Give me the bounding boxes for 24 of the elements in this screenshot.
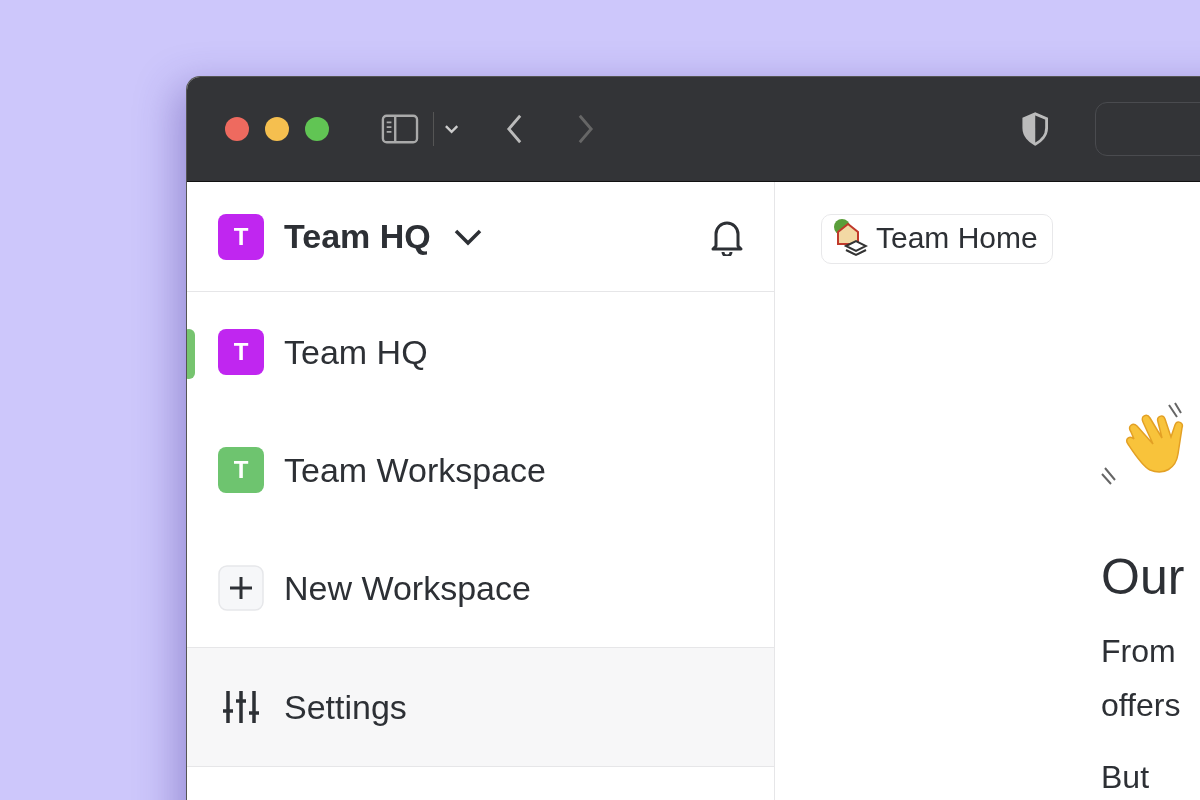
house-icon <box>832 218 868 258</box>
workspace-avatar: T <box>218 447 264 493</box>
sidebar-icon[interactable] <box>381 113 419 145</box>
paragraph-text: offers <box>1101 686 1181 725</box>
workspace-item[interactable]: T Team Workspace <box>187 411 774 529</box>
workspace-item[interactable]: T Team HQ <box>187 293 774 411</box>
breadcrumb-link[interactable]: Team Home <box>821 214 1053 264</box>
back-icon[interactable] <box>505 113 524 145</box>
close-button[interactable] <box>225 117 249 141</box>
paragraph-text: But <box>1101 758 1150 797</box>
page-heading: Our <box>1101 548 1186 606</box>
plus-icon <box>218 565 264 611</box>
zoom-button[interactable] <box>305 117 329 141</box>
workspace-avatar: T <box>218 213 264 260</box>
chevron-down-icon[interactable] <box>452 227 483 246</box>
paragraph-text: From <box>1101 632 1176 671</box>
chevron-down-icon[interactable] <box>443 124 460 134</box>
minimize-button[interactable] <box>265 117 289 141</box>
workspace-avatar: T <box>218 329 264 375</box>
shield-icon[interactable] <box>1020 111 1050 147</box>
workspace-name[interactable]: Team HQ <box>284 217 431 256</box>
sliders-icon <box>221 689 261 725</box>
new-workspace-item[interactable]: New Workspace <box>187 529 774 647</box>
settings-item[interactable]: Settings <box>187 648 774 767</box>
